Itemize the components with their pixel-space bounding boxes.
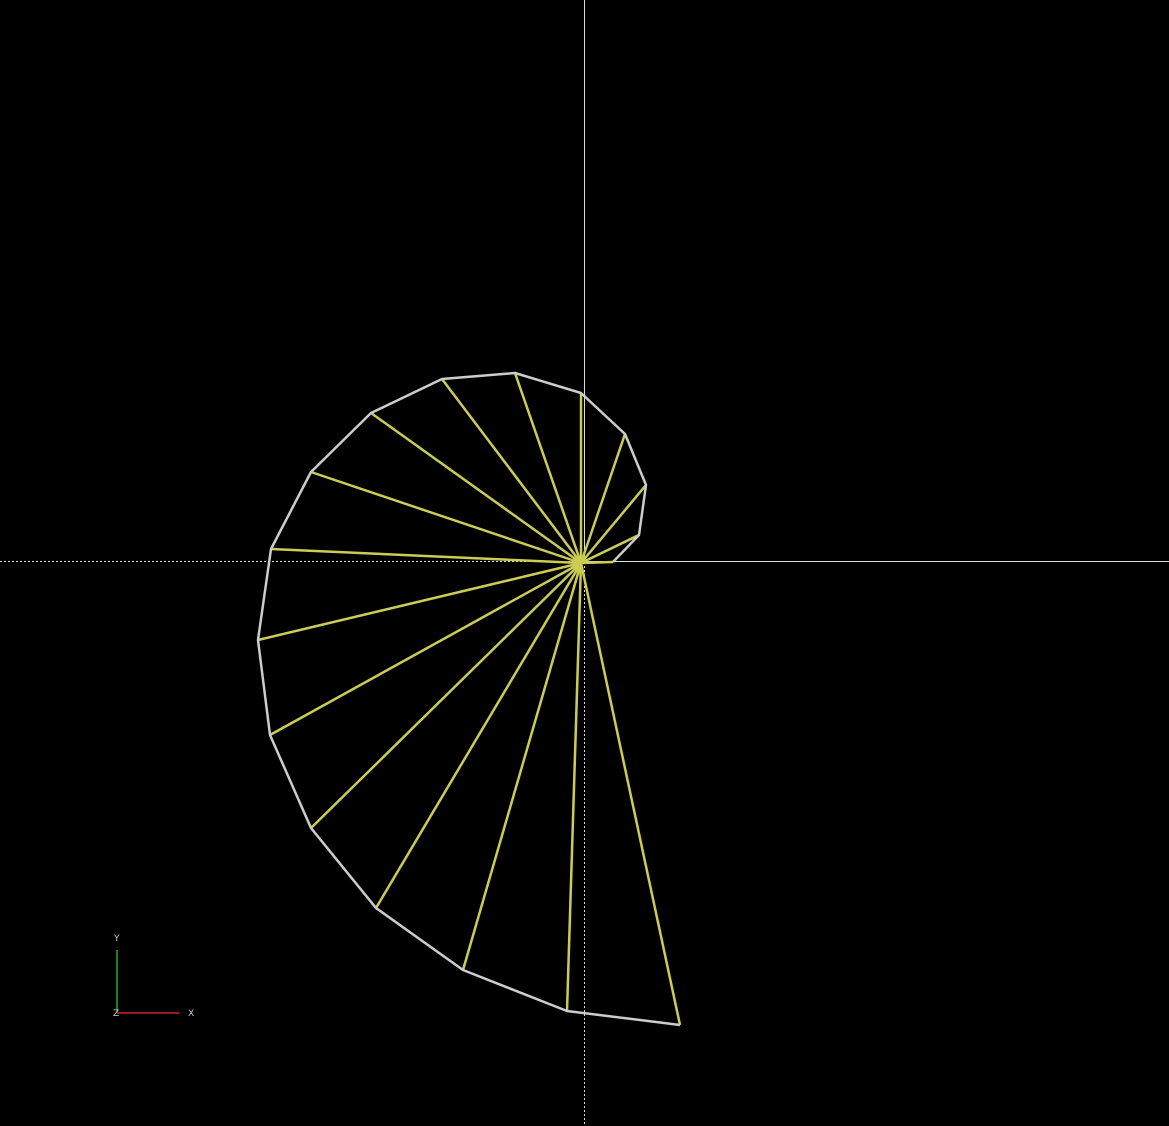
fan-spoke [269, 561, 582, 737]
fan-spoke [579, 562, 682, 1026]
fan-spoke [441, 378, 582, 564]
fan-spoke [565, 562, 583, 1012]
fan-spoke [461, 562, 583, 971]
fan-spoke [257, 561, 582, 642]
axis-indicator-x-label: X [188, 1009, 194, 1019]
axis-indicator: Y X Z [113, 934, 194, 1019]
fan-spoke [310, 470, 582, 565]
spiral-outline [256, 371, 681, 1027]
fan-spoke [580, 560, 614, 565]
scene-canvas[interactable]: Y X Z [0, 0, 1169, 1126]
triangle-fan-spokes [257, 372, 682, 1026]
fan-spoke [580, 484, 647, 564]
3d-viewport[interactable]: Y X Z [0, 0, 1169, 1126]
axis-indicator-z-label: Z [113, 1009, 119, 1019]
axis-indicator-y-label: Y [113, 934, 120, 944]
fan-spoke [513, 372, 583, 564]
fan-spoke [270, 547, 582, 565]
fan-spoke [370, 411, 582, 565]
